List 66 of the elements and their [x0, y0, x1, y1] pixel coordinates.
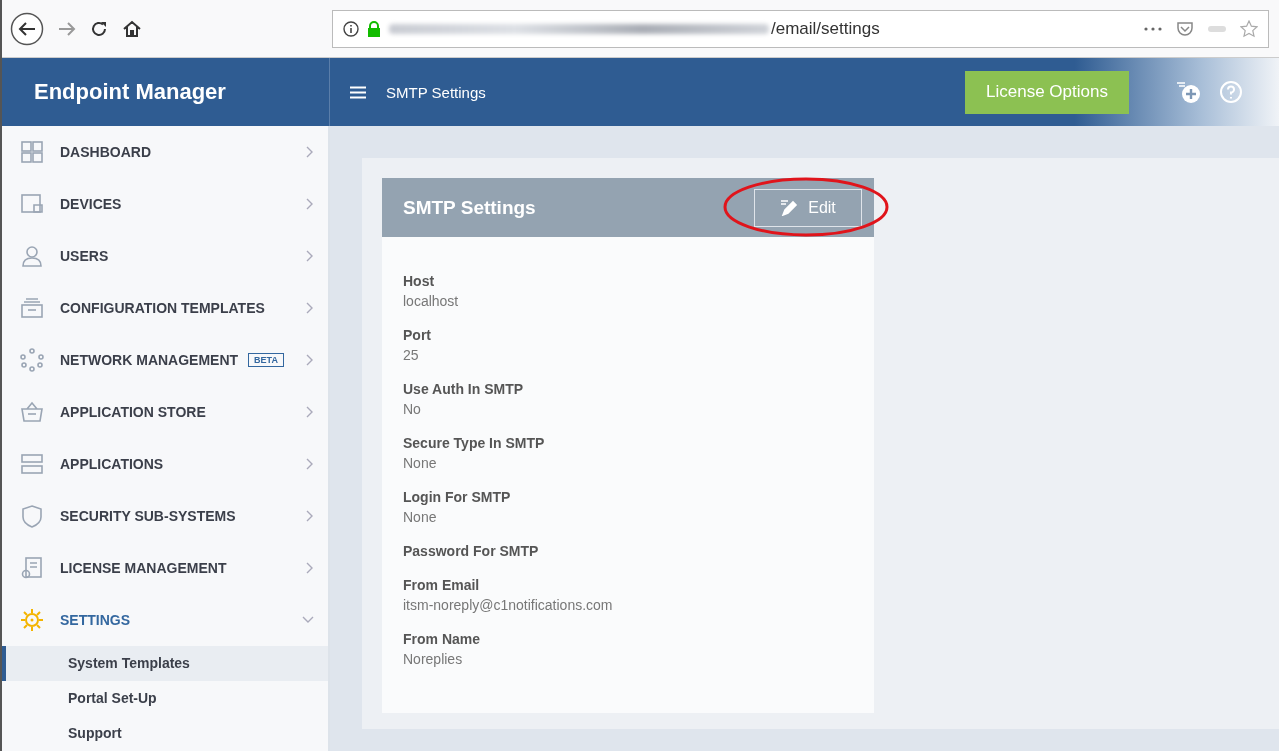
field-value: localhost	[403, 292, 460, 311]
chevron-right-icon	[306, 146, 314, 158]
sidebar-item[interactable]: DASHBOARD	[2, 126, 328, 178]
sidebar-item[interactable]: USERS	[2, 230, 328, 282]
pocket-icon[interactable]	[1176, 20, 1194, 37]
server-icon	[20, 452, 44, 476]
sidebar-subitem[interactable]: Portal Set-Up	[2, 681, 328, 716]
field-label: Use Auth In SMTP	[403, 380, 525, 399]
chevron-right-icon	[306, 406, 314, 418]
sidebar-item[interactable]: SETTINGS	[2, 594, 328, 646]
address-bar[interactable]: /email/settings	[332, 9, 1269, 48]
field-label: Port	[403, 326, 432, 345]
info-icon	[343, 20, 359, 37]
field-value: No	[403, 400, 422, 419]
field-value: Noreplies	[403, 650, 464, 669]
field-label: From Email	[403, 576, 481, 595]
star-icon[interactable]	[1240, 19, 1258, 38]
back-icon[interactable]	[10, 11, 44, 46]
grid-icon	[20, 140, 44, 164]
basket-icon	[20, 400, 44, 424]
menu-icon[interactable]	[350, 85, 366, 99]
chevron-right-icon	[306, 458, 314, 470]
shield-icon	[20, 504, 44, 528]
beta-badge: BETA	[248, 353, 284, 367]
field-label: Login For SMTP	[403, 488, 512, 507]
field-value: 25	[403, 346, 420, 365]
chevron-right-icon	[306, 198, 314, 210]
home-icon[interactable]	[122, 19, 142, 38]
field-label: Host	[403, 272, 436, 291]
device-icon	[20, 192, 44, 216]
field-label: Secure Type In SMTP	[403, 434, 546, 453]
sidebar-item[interactable]: DEVICES	[2, 178, 328, 230]
field-label: Password For SMTP	[403, 542, 540, 561]
sidebar-item[interactable]: LICENSE MANAGEMENT	[2, 542, 328, 594]
field-value: itsm-noreply@c1notifications.com	[403, 596, 614, 615]
chevron-down-icon	[302, 616, 314, 624]
network-icon	[20, 348, 44, 372]
field-value: None	[403, 454, 438, 473]
sidebar-item[interactable]: SECURITY SUB-SYSTEMS	[2, 490, 328, 542]
sidebar-subitem[interactable]: Support	[2, 716, 328, 751]
card-title: SMTP Settings	[403, 196, 536, 219]
chevron-right-icon	[306, 302, 314, 314]
tray-icon	[20, 296, 44, 320]
add-icon[interactable]	[1175, 80, 1201, 104]
certificate-icon	[20, 556, 44, 580]
sidebar-item[interactable]: APPLICATIONS	[2, 438, 328, 490]
sidebar-item[interactable]: APPLICATION STORE	[2, 386, 328, 438]
gear-icon	[20, 608, 44, 632]
sidebar-subitem[interactable]: System Templates	[2, 646, 328, 681]
lock-icon	[367, 20, 381, 37]
app-title: Endpoint Manager	[34, 79, 226, 105]
pencil-icon	[780, 199, 799, 216]
chevron-right-icon	[306, 250, 314, 262]
user-icon	[20, 244, 44, 268]
sidebar-item[interactable]: NETWORK MANAGEMENT BETA	[2, 334, 328, 386]
url-text: /email/settings	[771, 18, 880, 39]
more-icon[interactable]	[1144, 26, 1162, 31]
sidebar-item[interactable]: CONFIGURATION TEMPLATES	[2, 282, 328, 334]
page-title: SMTP Settings	[386, 83, 486, 101]
chevron-right-icon	[306, 562, 314, 574]
chevron-right-icon	[306, 510, 314, 522]
reload-icon[interactable]	[90, 19, 108, 38]
forward-icon[interactable]	[58, 20, 76, 37]
field-label: From Name	[403, 630, 482, 649]
field-value: None	[403, 508, 438, 527]
chevron-right-icon	[306, 354, 314, 366]
